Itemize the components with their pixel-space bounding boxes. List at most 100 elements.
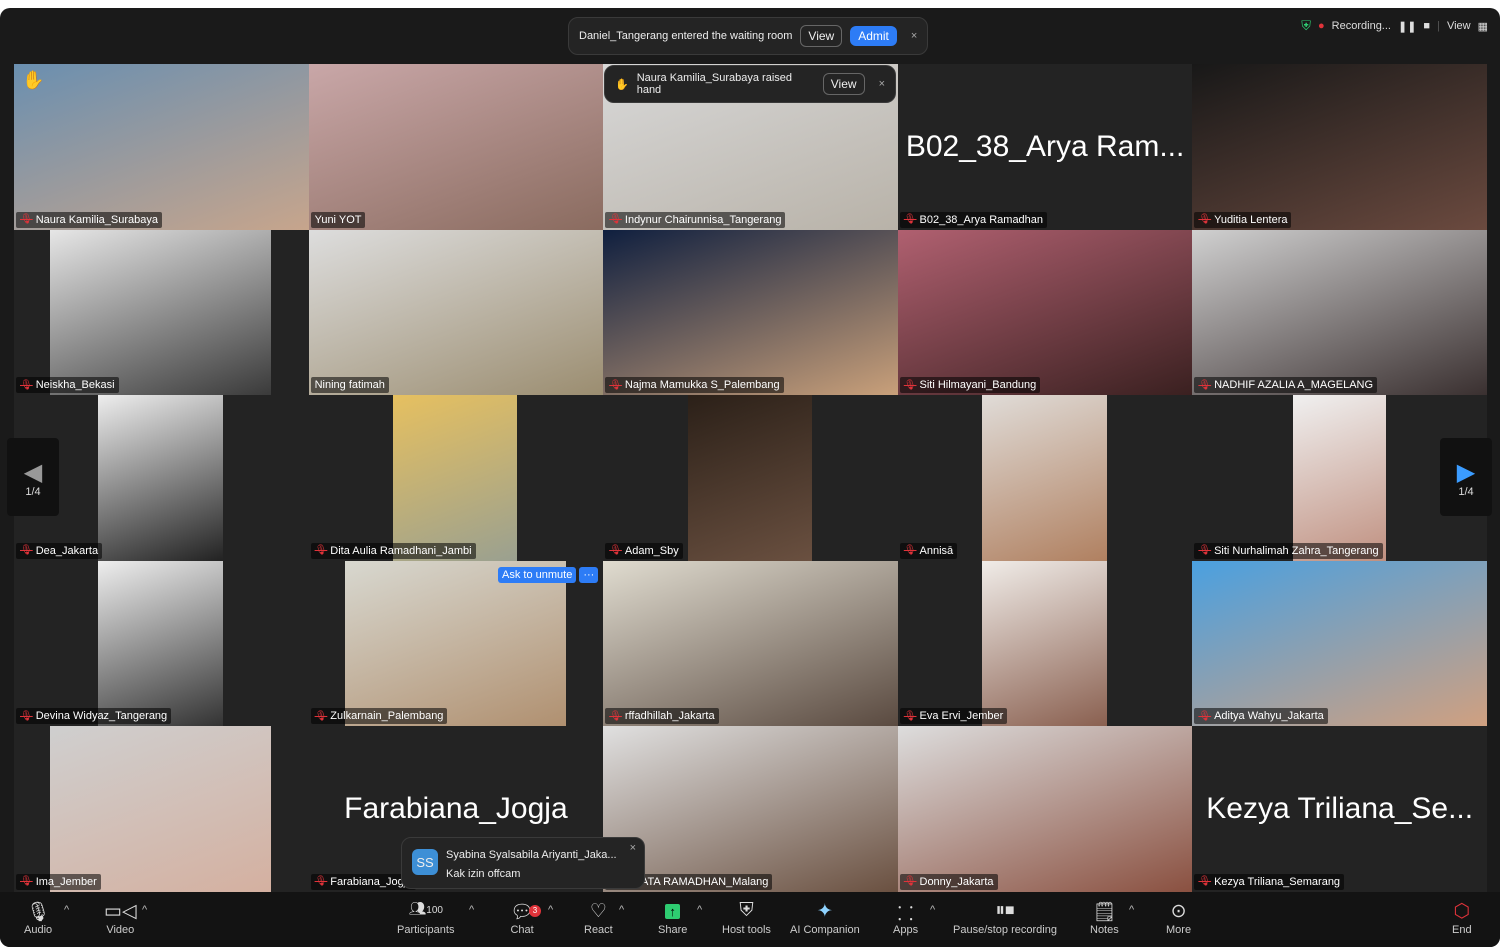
close-icon[interactable]: × [879,78,885,90]
admit-button[interactable]: Admit [850,26,897,46]
hand-icon: ✋ [615,78,629,91]
share-arrow-icon: ↑ [665,904,680,919]
view-waiting-room-button[interactable]: View [800,25,843,47]
pause-stop-recording-button[interactable]: ⏸⏹ Pause/stop recording [953,900,1057,936]
video-button[interactable]: ▭◁ Video [104,900,137,936]
participant-name: Devina Widyaz_Tangerang [35,710,168,723]
arrow-right-icon: ▶ [1456,459,1476,486]
previous-page-button[interactable]: ◀ 1/4 [7,438,59,516]
more-button[interactable]: ⊙ More [1166,900,1191,936]
video-feed [14,64,309,230]
apps-button[interactable]: ⸬ Apps [893,900,918,936]
audio-button[interactable]: 🎙︎ Audio [24,900,52,936]
participant-tile[interactable]: 🎙︎ Neiskha_Bekasi [14,229,309,396]
participant-tile[interactable]: PERMATA RAMADHAN_Malang [603,726,898,892]
ask-unmute-group: Ask to unmute ··· [498,567,599,583]
chat-notification[interactable]: SS Syabina Syalsabila Ariyanti_Jaka... K… [401,837,645,889]
participant-name-label: 🎙︎ Annisā [899,542,958,559]
video-feed [50,726,271,892]
audio-options-caret[interactable]: ^ [64,904,69,916]
notes-button[interactable]: 🗒︎ Notes [1090,900,1119,936]
participant-name-label: 🎙︎ Indynur Chairunnisa_Tangerang [605,211,786,228]
video-feed [50,229,271,396]
participant-tile[interactable]: Nining fatimah [308,229,604,396]
video-feed [98,395,223,561]
participant-tile[interactable]: B02_38_Arya Ram... 🎙︎ B02_38_Arya Ramadhan [897,64,1193,230]
participant-name-label: Yuni YOT [310,211,366,228]
participant-name: Aditya Wahyu_Jakarta [1214,710,1324,723]
shield-icon: ⛨ [739,900,754,921]
participant-name-label: 🎙︎ Siti Nurhalimah Zahra_Tangerang [1194,542,1383,559]
participant-tile[interactable]: 🎙︎ Zulkarnain_Palembang [308,560,604,727]
apps-options-caret[interactable]: ^ [930,904,935,916]
participant-tile[interactable]: 🎙︎ Ima_Jember [14,726,309,892]
participant-name-label: 🎙︎ Donny_Jakarta [899,873,998,890]
ask-to-unmute-button[interactable]: Ask to unmute [498,567,577,583]
muted-mic-icon: 🎙︎ [609,214,622,226]
muted-mic-icon: 🎙︎ [1198,545,1212,557]
video-feed [981,560,1107,727]
next-page-button[interactable]: ▶ 1/4 [1440,438,1492,516]
react-button[interactable]: ♡ React [584,900,613,936]
participant-name-label: 🎙︎ Dita Aulia Ramadhani_Jambi [310,542,476,559]
more-options-button[interactable]: ··· [579,567,599,583]
participant-name-label: 🎙︎ Siti Hilmayani_Bandung [899,377,1041,394]
participant-tile[interactable]: Kezya Triliana_Se... 🎙︎ Kezya Triliana_Sem… [1192,726,1487,892]
end-button[interactable]: ⬡ End [1452,900,1472,936]
participant-tile[interactable]: 🎙︎ Annisā [897,395,1193,561]
participant-tile[interactable]: 🎙︎ Devina Widyaz_Tangerang [14,560,309,727]
react-options-caret[interactable]: ^ [619,904,624,916]
stop-recording-icon[interactable]: ■ [1423,20,1430,32]
participant-name: Adam_Sby [624,544,679,557]
view-raised-hand-button[interactable]: View [822,73,865,95]
video-feed [603,726,898,892]
participant-name: Siti Hilmayani_Bandung [919,379,1037,392]
participant-tile[interactable]: Yuni YOT [308,64,604,230]
participant-tile[interactable]: 🎙︎ Dita Aulia Ramadhani_Jambi [308,395,604,561]
participant-name-label: 🎙︎ Eva Ervi_Jember [899,708,1008,725]
muted-mic-icon: 🎙︎ [20,876,33,888]
participants-button[interactable]: 👥︎100 Participants [397,900,454,936]
ai-companion-button[interactable]: ✦ AI Companion [790,900,860,936]
participant-count: 100 [426,905,443,916]
chat-button[interactable]: 💬︎ Chat 3 [510,900,541,936]
participant-name-label: 🎙︎ Zulkarnain_Palembang [310,708,448,725]
participant-name-label: 🎙︎ Yuditia Lentera [1194,211,1292,228]
participant-tile[interactable]: 🎙︎ rffadhillah_Jakarta [603,560,898,727]
host-tools-button[interactable]: ⛨ Host tools [722,900,771,936]
pause-recording-icon[interactable]: ❚❚ [1398,20,1416,33]
notes-options-caret[interactable]: ^ [1129,904,1134,916]
video-label: Video [106,924,135,936]
close-icon[interactable]: × [911,30,917,42]
participant-tile[interactable]: 🎙︎ Aditya Wahyu_Jakarta [1192,560,1487,727]
participant-tile[interactable]: ✋ 🎙︎ Naura Kamilia_Surabaya [14,64,309,230]
grid-icon[interactable]: ▦ [1478,20,1488,33]
participant-tile[interactable]: 🎙︎ Donny_Jakarta [897,726,1193,892]
participant-tile[interactable]: 🎙︎ Eva Ervi_Jember [897,560,1193,727]
close-icon[interactable]: × [630,842,636,854]
participant-tile[interactable]: 🎙︎ Adam_Sby [603,395,898,561]
participants-options-caret[interactable]: ^ [469,904,474,916]
participant-name: Naura Kamilia_Surabaya [35,213,158,226]
muted-mic-icon: 🎙︎ [903,214,917,226]
muted-mic-icon: 🎙︎ [314,545,328,557]
chat-options-caret[interactable]: ^ [548,904,553,916]
raised-hand-icon: ✋ [22,70,45,90]
muted-mic-icon: 🎙︎ [609,545,622,557]
share-options-caret[interactable]: ^ [697,904,702,916]
avatar: SS [412,849,438,875]
participant-tile[interactable]: 🎙︎ Najma Mamukka S_Palembang [603,229,898,396]
participant-tile[interactable]: 🎙︎ Siti Hilmayani_Bandung [897,229,1193,396]
participant-display-name: Farabiana_Jogja [344,792,568,826]
video-options-caret[interactable]: ^ [142,904,147,916]
view-button[interactable]: View [1447,20,1471,32]
heart-icon: ♡ [589,901,607,922]
participant-tile[interactable]: 🎙︎ Yuditia Lentera [1192,64,1487,230]
video-feed [1192,229,1487,396]
muted-mic-icon: 🎙︎ [1198,379,1212,391]
video-feed [981,395,1107,561]
participants-icon: 👥︎100 [408,900,443,916]
share-button[interactable]: ↑ Share [658,900,687,936]
participant-tile[interactable]: 🎙︎ NADHIF AZALIA A_MAGELANG [1192,229,1487,396]
video-feed [308,229,604,396]
